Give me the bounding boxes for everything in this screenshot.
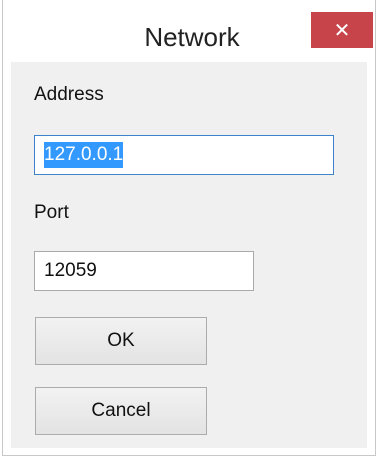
ok-button-label: OK	[107, 330, 135, 351]
ok-button[interactable]: OK	[35, 317, 207, 365]
address-label: Address	[34, 84, 104, 105]
port-input[interactable]: 12059	[34, 251, 254, 291]
cancel-button-label: Cancel	[91, 400, 151, 421]
port-value: 12059	[44, 260, 97, 281]
title-bar: Network ✕	[3, 0, 375, 62]
address-input[interactable]: 127.0.0.1	[34, 135, 334, 175]
dialog-body: Address 127.0.0.1 Port 12059 OK Cancel	[11, 62, 367, 448]
port-label: Port	[34, 202, 69, 223]
address-value-selected: 127.0.0.1	[44, 142, 124, 168]
close-button[interactable]: ✕	[311, 12, 373, 48]
cancel-button[interactable]: Cancel	[35, 387, 207, 435]
network-dialog: Network ✕ Address 127.0.0.1 Port 12059 O…	[2, 0, 376, 456]
close-icon: ✕	[333, 19, 351, 42]
